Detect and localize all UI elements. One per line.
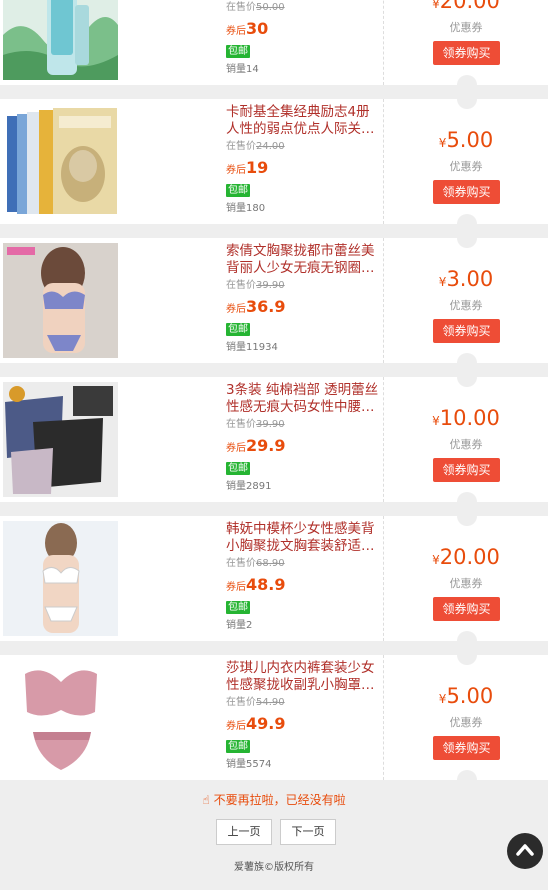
- coupon-value: ¥5.00: [438, 128, 494, 152]
- arrow-up-icon: [516, 844, 534, 856]
- product-card[interactable]: 卡耐基全集经典励志4册人性的弱点优点人际关系学… 在售价24.00 券后19 包…: [0, 89, 548, 234]
- sales-count: 销量5574: [226, 759, 272, 770]
- original-price: 在售价24.00: [226, 141, 285, 152]
- sales-count: 销量2: [226, 620, 253, 631]
- coupon-value: ¥20.00: [432, 0, 500, 13]
- coupon-panel: ¥10.00 优惠券 领券购买: [384, 367, 548, 512]
- coupon-panel: ¥5.00 优惠券 领券购买: [384, 645, 548, 790]
- product-title[interactable]: 莎琪儿内衣内裤套装少女性感聚拢收副乳小胸罩加…: [226, 660, 380, 694]
- coupon-panel: ¥5.00 优惠券 领券购买: [384, 89, 548, 234]
- ticket-notch: [457, 506, 477, 526]
- claim-coupon-button[interactable]: 领券购买: [433, 319, 500, 343]
- product-image[interactable]: [3, 104, 118, 219]
- coupon-value: ¥3.00: [438, 267, 494, 291]
- ticket-notch: [457, 770, 477, 790]
- copyright-text: 爱薯族©版权所有: [234, 862, 314, 873]
- original-price: 在售价50.00: [226, 2, 285, 13]
- coupon-value: ¥5.00: [438, 684, 494, 708]
- sales-count: 销量180: [226, 203, 266, 214]
- ticket-notch: [457, 228, 477, 248]
- product-title[interactable]: 索倩文胸聚拢都市蕾丝美背丽人少女无痕无钢圈内…: [226, 243, 380, 277]
- coupon-label: 优惠券: [449, 160, 483, 173]
- product-image[interactable]: [3, 521, 118, 636]
- back-to-top-button[interactable]: [507, 833, 543, 869]
- product-card[interactable]: 在售价50.00 券后30 包邮 销量14 ¥20.00 优惠券 领券购买: [0, 0, 548, 95]
- product-card[interactable]: 韩妩中模杯少女性感美背小胸聚拢文胸套装舒适无… 在售价68.90 券后48.9 …: [0, 506, 548, 651]
- ticket-notch: [457, 645, 477, 665]
- coupon-price: 券后49.9: [226, 714, 286, 733]
- claim-coupon-button[interactable]: 领券购买: [433, 597, 500, 621]
- coupon-label: 优惠券: [449, 577, 483, 590]
- ticket-notch: [457, 367, 477, 387]
- coupon-label: 优惠券: [449, 21, 483, 34]
- sales-count: 销量2891: [226, 481, 272, 492]
- coupon-value: ¥10.00: [432, 406, 500, 430]
- coupon-value: ¥20.00: [432, 545, 500, 569]
- product-card[interactable]: 3条装 纯棉裆部 透明蕾丝性感无痕大码女性中腰女… 在售价39.90 券后29.…: [0, 367, 548, 512]
- pointing-hand-icon: ☝: [202, 793, 210, 807]
- sales-count: 销量11934: [226, 342, 278, 353]
- coupon-label: 优惠券: [449, 438, 483, 451]
- original-price: 在售价39.90: [226, 280, 285, 291]
- coupon-panel: ¥20.00 优惠券 领券购买: [384, 506, 548, 651]
- product-title[interactable]: 3条装 纯棉裆部 透明蕾丝性感无痕大码女性中腰女…: [226, 382, 380, 416]
- original-price: 在售价39.90: [226, 419, 285, 430]
- claim-coupon-button[interactable]: 领券购买: [433, 180, 500, 204]
- end-of-list-message: ☝ 不要再拉啦，已经没有啦: [202, 793, 346, 807]
- free-shipping-badge: 包邮: [226, 45, 250, 58]
- coupon-price: 券后30: [226, 19, 269, 38]
- coupon-label: 优惠券: [449, 299, 483, 312]
- free-shipping-badge: 包邮: [226, 184, 250, 197]
- coupon-price: 券后36.9: [226, 297, 286, 316]
- product-image[interactable]: [3, 0, 118, 80]
- claim-coupon-button[interactable]: 领券购买: [433, 458, 500, 482]
- coupon-label: 优惠券: [449, 716, 483, 729]
- product-title[interactable]: 韩妩中模杯少女性感美背小胸聚拢文胸套装舒适无…: [226, 521, 380, 555]
- original-price: 在售价54.90: [226, 697, 285, 708]
- free-shipping-badge: 包邮: [226, 323, 250, 336]
- ticket-notch: [457, 89, 477, 109]
- coupon-panel: ¥3.00 优惠券 领券购买: [384, 228, 548, 373]
- coupon-panel: ¥20.00 优惠券 领券购买: [384, 0, 548, 95]
- prev-page-button[interactable]: 上一页: [216, 819, 272, 845]
- product-image[interactable]: [3, 382, 118, 497]
- product-card[interactable]: 莎琪儿内衣内裤套装少女性感聚拢收副乳小胸罩加… 在售价54.90 券后49.9 …: [0, 645, 548, 790]
- sales-count: 销量14: [226, 64, 259, 75]
- coupon-price: 券后48.9: [226, 575, 286, 594]
- next-page-button[interactable]: 下一页: [280, 819, 336, 845]
- free-shipping-badge: 包邮: [226, 740, 250, 753]
- product-title[interactable]: 卡耐基全集经典励志4册人性的弱点优点人际关系学…: [226, 104, 380, 138]
- coupon-price: 券后19: [226, 158, 269, 177]
- coupon-price: 券后29.9: [226, 436, 286, 455]
- product-image[interactable]: [3, 660, 118, 775]
- free-shipping-badge: 包邮: [226, 601, 250, 614]
- product-card[interactable]: 索倩文胸聚拢都市蕾丝美背丽人少女无痕无钢圈内… 在售价39.90 券后36.9 …: [0, 228, 548, 373]
- product-image[interactable]: [3, 243, 118, 358]
- claim-coupon-button[interactable]: 领券购买: [433, 736, 500, 760]
- claim-coupon-button[interactable]: 领券购买: [433, 41, 500, 65]
- original-price: 在售价68.90: [226, 558, 285, 569]
- free-shipping-badge: 包邮: [226, 462, 250, 475]
